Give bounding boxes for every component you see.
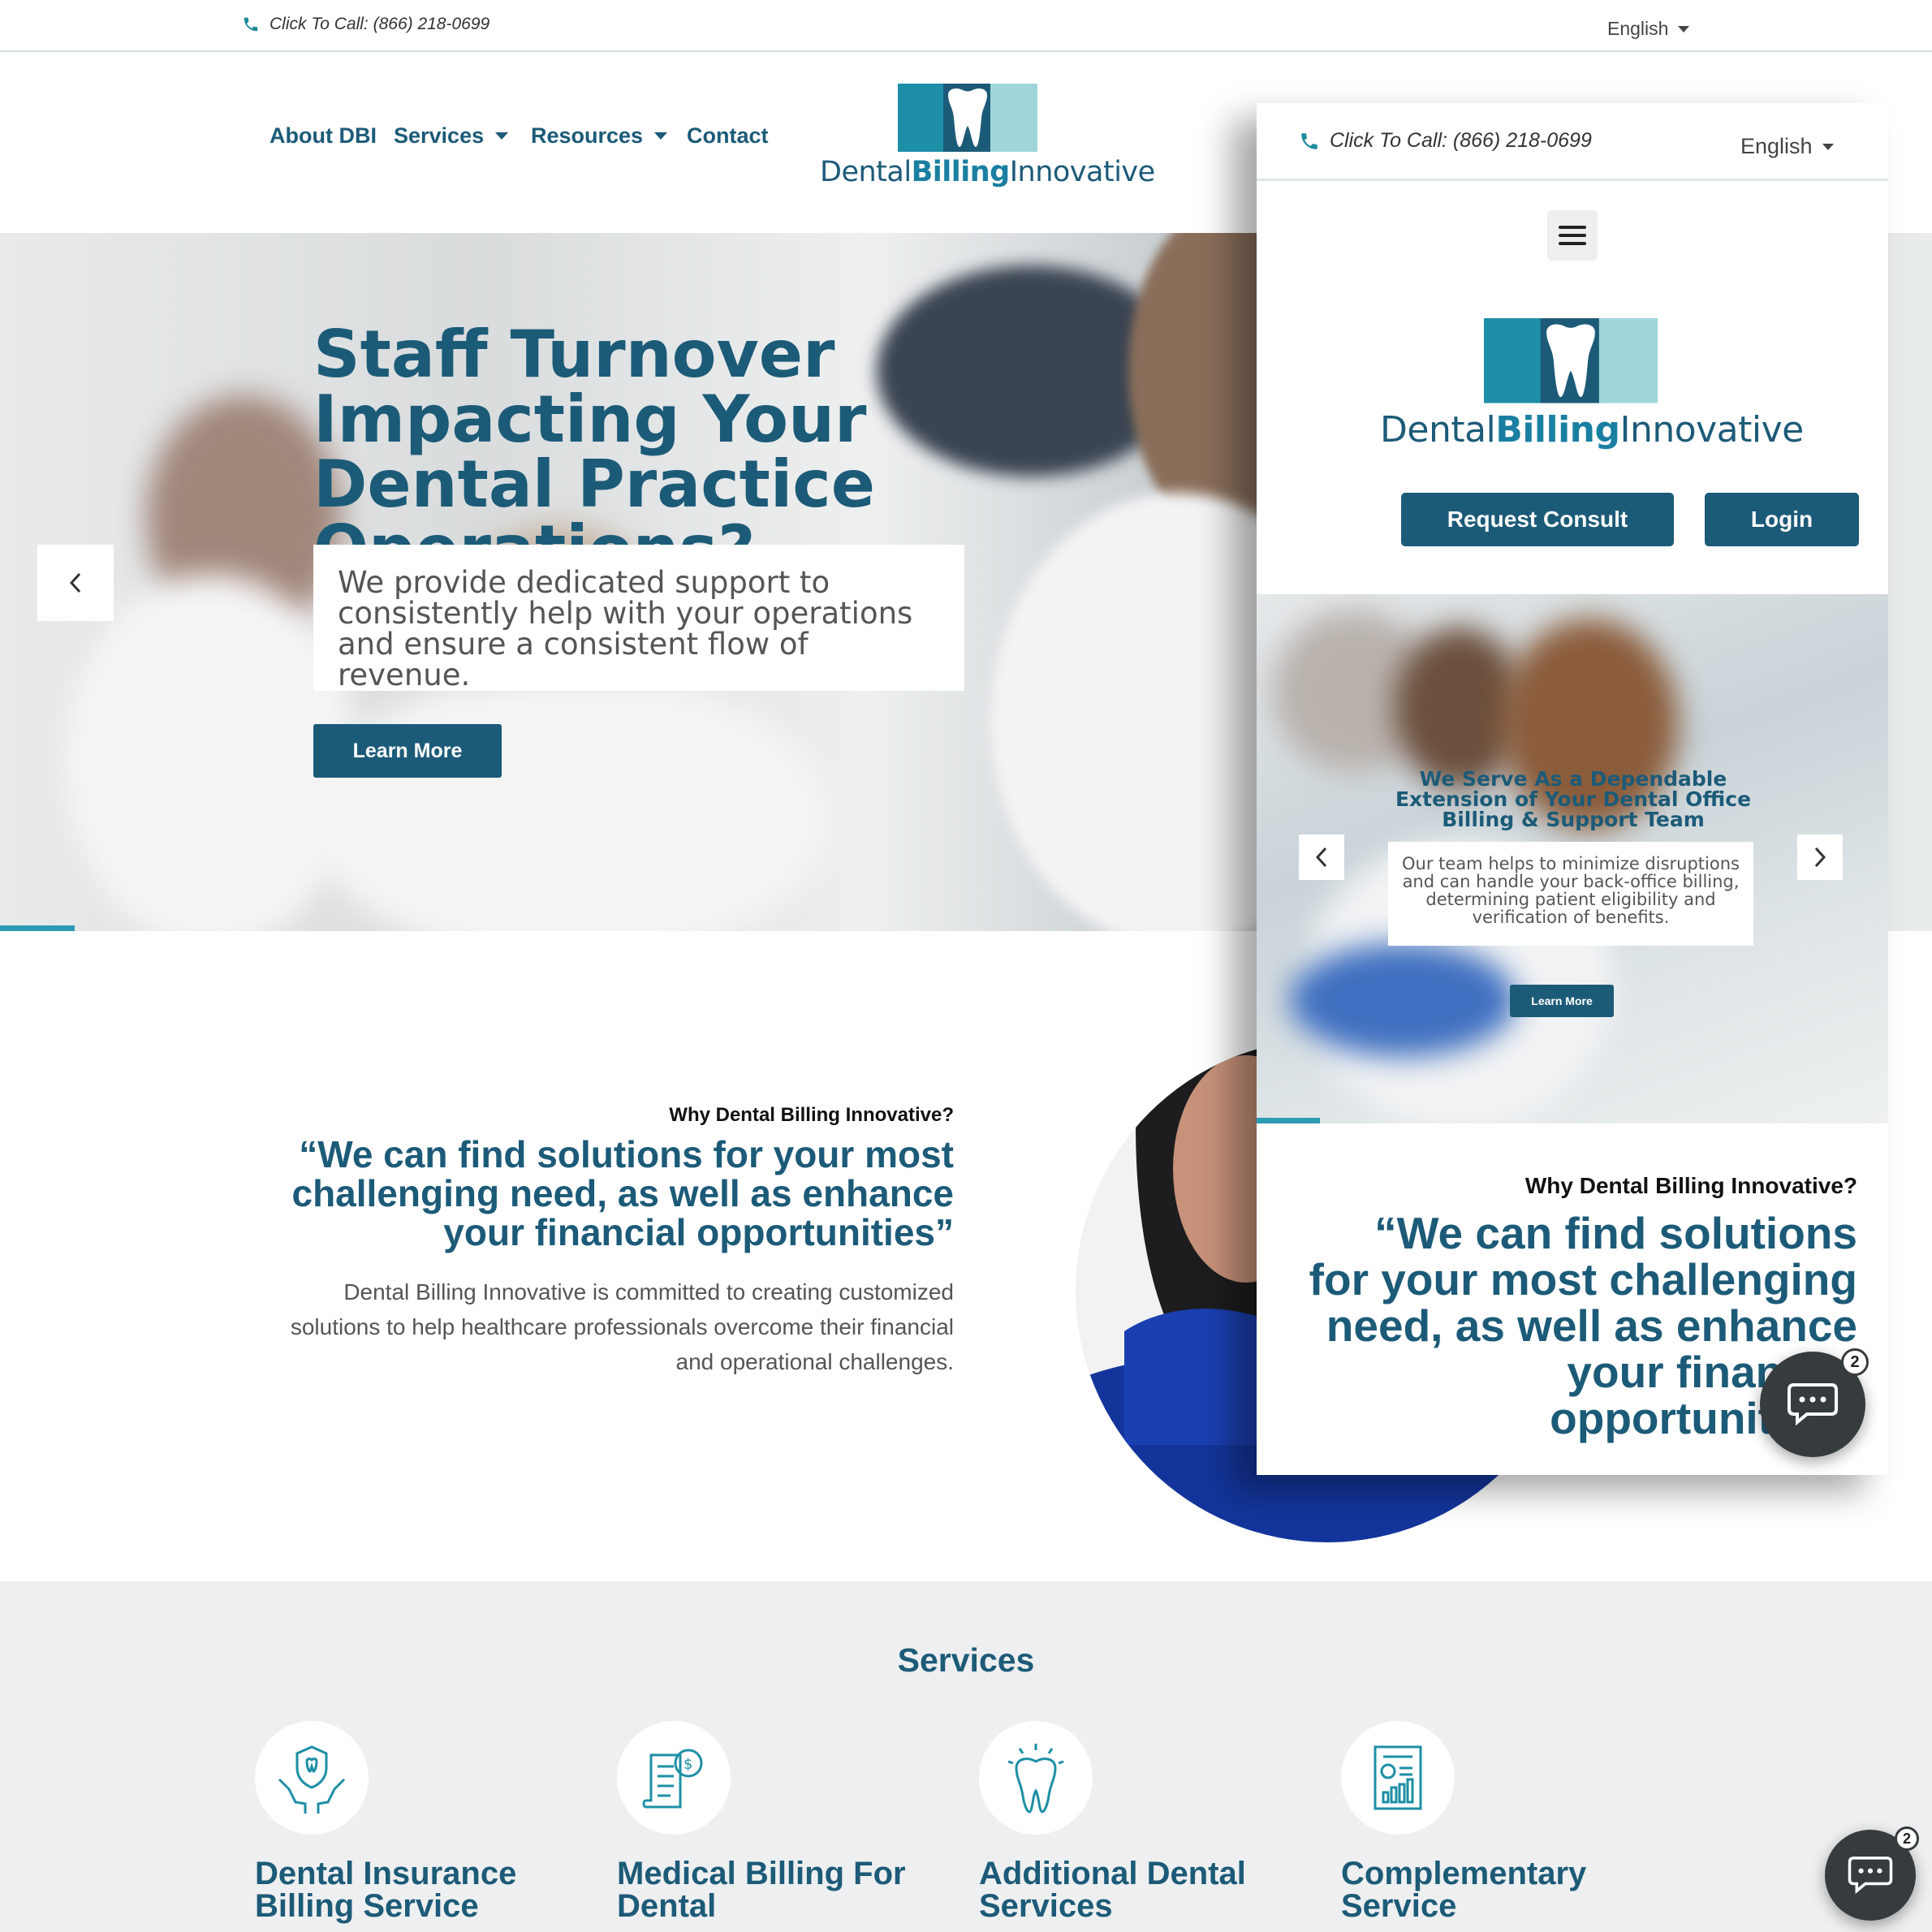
hero-bg-shape: [1289, 943, 1516, 1057]
nav-resources-label: Resources: [531, 123, 644, 148]
mobile-language-selector[interactable]: English: [1740, 134, 1834, 159]
mobile-hero-body: Our team helps to minimize disruptions a…: [1388, 842, 1753, 946]
report-chart-icon: [1374, 1745, 1422, 1810]
chevron-left-icon: [69, 572, 81, 593]
billing-receipt-icon: $: [642, 1749, 703, 1809]
hero-subtitle: We provide dedicated support to consiste…: [313, 545, 964, 691]
top-bar: Click To Call: (866) 218-0699 English: [0, 0, 1932, 52]
tooth-logo-icon: [898, 84, 1037, 152]
language-selector[interactable]: English: [1607, 18, 1690, 40]
why-body: Dental Billing Innovative is committed t…: [290, 1279, 954, 1374]
mobile-slider-prev-button[interactable]: [1299, 834, 1344, 880]
hero-bg-shape: [308, 671, 828, 931]
learn-more-button[interactable]: Learn More: [313, 724, 502, 778]
services-title: Services: [897, 1641, 1035, 1679]
mobile-slider-next-button[interactable]: [1797, 834, 1843, 880]
chat-bubble-icon: [1788, 1383, 1838, 1426]
chevron-down-icon: [1822, 143, 1834, 150]
mobile-hero-slider: We Serve As a Dependable Extension of Yo…: [1257, 594, 1888, 1123]
chat-widget-button[interactable]: 2: [1825, 1826, 1919, 1921]
service-card-icon-4[interactable]: [1341, 1721, 1455, 1835]
mobile-click-to-call-link[interactable]: Click To Call: (866) 218-0699: [1299, 129, 1592, 153]
page: Click To Call: (866) 218-0699 English Ab…: [0, 0, 1932, 1932]
service-title-3[interactable]: Additional Dental Services: [979, 1857, 1336, 1922]
chevron-down-icon: [654, 132, 668, 140]
menu-bar: [1559, 234, 1586, 237]
service-title-1[interactable]: Dental Insurance Billing Service: [255, 1857, 612, 1922]
mobile-slider-progress-bar: [1257, 1118, 1320, 1123]
logo-wordmark: DentalBillingInnovative: [1380, 409, 1804, 451]
mobile-click-to-call-text: Click To Call: (866) 218-0699: [1330, 129, 1592, 152]
nav-services-label: Services: [394, 123, 485, 148]
click-to-call-link[interactable]: Click To Call: (866) 218-0699: [242, 15, 489, 34]
hamburger-menu-button[interactable]: [1547, 210, 1598, 261]
mobile-chat-widget-button[interactable]: 2: [1760, 1348, 1869, 1457]
phone-icon: [244, 17, 258, 32]
phone-icon: [1301, 132, 1317, 149]
slider-prev-button[interactable]: [37, 545, 114, 621]
tooth-logo-icon: [1483, 318, 1658, 403]
click-to-call-text: Click To Call: (866) 218-0699: [270, 15, 490, 33]
service-title-2[interactable]: Medical Billing For Dental: [617, 1857, 974, 1922]
logo-wordmark: DentalBillingInnovative: [820, 156, 1155, 188]
svg-text:$: $: [684, 1756, 692, 1773]
chevron-down-icon: [1678, 25, 1690, 32]
nav-about[interactable]: About DBI: [270, 123, 377, 149]
chevron-down-icon: [495, 132, 509, 140]
menu-bar: [1559, 226, 1586, 229]
mobile-preview: Click To Call: (866) 218-0699 English De…: [1257, 103, 1888, 1475]
mobile-site-logo[interactable]: DentalBillingInnovative: [1380, 318, 1804, 451]
hero-title: Staff Turnover Impacting Your Dental Pra…: [313, 317, 875, 582]
service-title-4[interactable]: Complementary Service: [1341, 1857, 1698, 1922]
mobile-why-eyebrow: Why Dental Billing Innovative?: [1524, 1173, 1857, 1198]
menu-bar: [1559, 242, 1586, 245]
nav-contact[interactable]: Contact: [687, 123, 769, 149]
mobile-hero-title: We Serve As a Dependable Extension of Yo…: [1395, 767, 1752, 831]
mobile-top-bar: Click To Call: (866) 218-0699 English: [1257, 103, 1888, 181]
chat-unread-badge: 2: [1895, 1826, 1919, 1851]
service-card-icon-3[interactable]: [979, 1721, 1093, 1835]
mobile-language-label: English: [1740, 134, 1813, 158]
service-card-icon-1[interactable]: [255, 1721, 369, 1835]
service-card-icon-2[interactable]: $: [617, 1721, 731, 1835]
slider-progress-bar: [0, 925, 75, 931]
chat-bubble-icon: [1848, 1857, 1893, 1895]
why-eyebrow: Why Dental Billing Innovative?: [669, 1104, 954, 1126]
request-consult-button[interactable]: Request Consult: [1401, 493, 1674, 546]
language-label: English: [1607, 18, 1669, 39]
site-logo[interactable]: DentalBillingInnovative: [820, 81, 1155, 195]
nav-about-label: About DBI: [270, 123, 377, 148]
mobile-learn-more-button[interactable]: Learn More: [1510, 985, 1614, 1017]
login-button[interactable]: Login: [1705, 493, 1859, 546]
chevron-right-icon: [1814, 847, 1826, 868]
why-quote: “We can find solutions for your most cha…: [291, 1133, 954, 1253]
nav-services[interactable]: Services: [394, 123, 509, 149]
insurance-hands-icon: [278, 1745, 346, 1813]
nav-resources[interactable]: Resources: [531, 123, 668, 149]
sparkling-tooth-icon: [1007, 1744, 1064, 1813]
chevron-left-icon: [1315, 847, 1327, 868]
chat-unread-badge: 2: [1841, 1348, 1869, 1376]
nav-contact-label: Contact: [687, 123, 769, 148]
